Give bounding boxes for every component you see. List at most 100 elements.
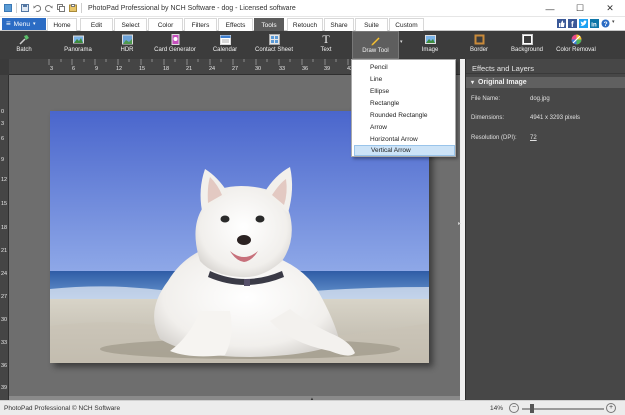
ruler-tick-label: 12: [1, 177, 8, 183]
ribbon-tabs: ≡ Menu ▾ Home Edit Select Color Filters …: [0, 17, 625, 31]
photopad-window: PhotoPad Professional by NCH Software - …: [0, 0, 625, 415]
chevron-down-icon: ▾: [32, 21, 36, 27]
social-links: f in ? ▾: [557, 19, 621, 29]
contact-sheet-label: Contact Sheet: [254, 47, 294, 53]
menu-item-line[interactable]: Line: [354, 74, 455, 85]
tab-filters[interactable]: Filters: [184, 18, 217, 31]
card-generator-label: Card Generator: [154, 47, 196, 53]
background-button[interactable]: Background: [508, 31, 546, 59]
text-label: Text: [320, 47, 332, 53]
facebook-icon[interactable]: f: [568, 19, 577, 29]
file-name-label: File Name:: [471, 96, 501, 102]
menu-item-rectangle[interactable]: Rectangle: [354, 98, 455, 109]
help-icon[interactable]: ?: [601, 19, 610, 28]
menu-item-rounded-rectangle[interactable]: Rounded Rectangle: [354, 110, 455, 121]
panel-collapse-icon[interactable]: ▸: [458, 220, 463, 230]
panel-divider: [466, 73, 625, 74]
draw-tool-dropdown-icon[interactable]: ▾: [400, 39, 403, 45]
original-image-header[interactable]: ▾ Original Image: [466, 77, 625, 88]
vertical-ruler: 0 3 6 9 12 15 18 21 24 27 30 33 36 39: [0, 59, 9, 400]
paste-icon[interactable]: [69, 4, 77, 12]
status-bar: PhotoPad Professional © NCH Software 14%…: [0, 400, 625, 415]
svg-text:?: ?: [604, 21, 608, 28]
toolbar-divider: [16, 3, 17, 13]
zoom-in-button[interactable]: +: [606, 403, 616, 413]
status-text: PhotoPad Professional © NCH Software: [4, 405, 121, 412]
twitter-icon[interactable]: [579, 19, 588, 28]
save-icon[interactable]: [21, 4, 29, 12]
file-name-value: dog.jpg: [530, 96, 550, 102]
hdr-icon: [121, 34, 133, 45]
collapse-triangle-icon: ▾: [471, 80, 475, 86]
tab-edit[interactable]: Edit: [80, 18, 113, 31]
background-icon: [521, 34, 533, 45]
linkedin-icon[interactable]: in: [590, 19, 599, 29]
close-button[interactable]: ✕: [595, 0, 625, 17]
menu-item-ellipse[interactable]: Ellipse: [354, 86, 455, 97]
ruler-tick-label: 6: [72, 66, 76, 72]
color-removal-label: Color Removal: [556, 47, 596, 53]
tab-effects[interactable]: Effects: [218, 18, 253, 31]
like-icon[interactable]: [557, 19, 566, 28]
card-generator-button[interactable]: Card Generator: [152, 31, 198, 59]
menu-item-pencil[interactable]: Pencil: [354, 62, 455, 73]
tab-custom[interactable]: Custom: [389, 18, 424, 31]
dimensions-value: 4941 x 3293 pixels: [530, 115, 581, 121]
batch-button[interactable]: Batch: [8, 31, 40, 59]
tab-suite[interactable]: Suite: [355, 18, 388, 31]
zoom-slider[interactable]: [522, 408, 604, 410]
panorama-button[interactable]: Panorama: [60, 31, 96, 59]
maximize-button[interactable]: ☐: [565, 0, 595, 17]
text-button[interactable]: T Text: [312, 31, 340, 59]
text-icon: T: [322, 32, 330, 46]
image-icon: [424, 34, 436, 45]
color-removal-button[interactable]: Color Removal: [554, 31, 598, 59]
image-button[interactable]: Image: [416, 31, 444, 59]
calendar-label: Calendar: [212, 47, 238, 53]
redo-icon[interactable]: [44, 4, 53, 12]
menu-item-horizontal-arrow[interactable]: Horizontal Arrow: [354, 134, 455, 145]
hdr-button[interactable]: HDR: [113, 31, 141, 59]
ruler-tick-label: 30: [1, 317, 8, 323]
tab-color[interactable]: Color: [148, 18, 183, 31]
tools-toolbar: Batch Panorama HDR Card Generator Calend…: [0, 31, 625, 59]
tab-retouch[interactable]: Retouch: [287, 18, 323, 31]
border-label: Border: [469, 47, 488, 53]
draw-tool-menu: Pencil Line Ellipse Rectangle Rounded Re…: [351, 59, 456, 157]
zoom-out-button[interactable]: −: [509, 403, 519, 413]
ruler-tick-label: 36: [302, 66, 309, 72]
app-icon: [4, 4, 12, 12]
batch-label: Batch: [16, 47, 32, 53]
border-icon: [474, 34, 485, 45]
ruler-tick-label: 24: [209, 66, 216, 72]
title-bar: PhotoPad Professional by NCH Software - …: [0, 0, 625, 17]
batch-icon: [18, 34, 30, 45]
ruler-tick-label: 30: [255, 66, 262, 72]
copy-icon[interactable]: [57, 4, 65, 12]
contact-sheet-button[interactable]: Contact Sheet: [252, 31, 296, 59]
undo-icon[interactable]: [33, 4, 42, 12]
hdr-label: HDR: [120, 47, 134, 53]
contact-sheet-icon: [268, 34, 280, 45]
tab-share[interactable]: Share: [324, 18, 354, 31]
draw-tool-button[interactable]: Draw Tool: [352, 31, 399, 59]
minimize-button[interactable]: —: [535, 0, 565, 17]
ruler-tick-label: 6: [1, 136, 5, 142]
menu-item-arrow[interactable]: Arrow: [354, 122, 455, 133]
ruler-tick-label: 3: [1, 121, 5, 127]
tab-select[interactable]: Select: [114, 18, 147, 31]
ruler-tick-label: 33: [279, 66, 286, 72]
svg-text:in: in: [591, 23, 597, 29]
ruler-tick-label: 18: [1, 225, 8, 231]
border-button[interactable]: Border: [465, 31, 493, 59]
tab-tools[interactable]: Tools: [254, 18, 284, 31]
menu-button[interactable]: ≡ Menu ▾: [2, 18, 46, 30]
panorama-icon: [72, 34, 84, 45]
chevron-down-icon[interactable]: ▾: [612, 19, 621, 28]
zoom-slider-thumb[interactable]: [529, 404, 534, 413]
menu-item-vertical-arrow[interactable]: Vertical Arrow: [354, 145, 455, 156]
calendar-button[interactable]: Calendar: [210, 31, 240, 59]
ruler-tick-label: 27: [232, 66, 239, 72]
resolution-value[interactable]: 72: [530, 135, 537, 141]
tab-home[interactable]: Home: [47, 18, 77, 31]
